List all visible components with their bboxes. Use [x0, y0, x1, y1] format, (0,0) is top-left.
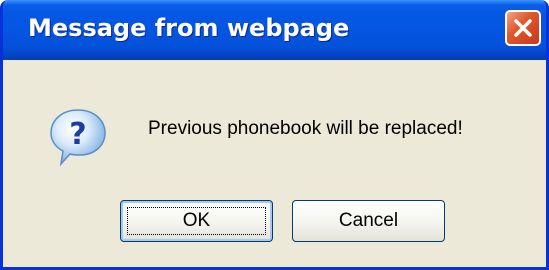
ok-button[interactable]: OK	[120, 200, 273, 242]
ok-button-label: OK	[182, 210, 211, 231]
dialog-title: Message from webpage	[28, 14, 350, 42]
close-icon	[514, 19, 532, 37]
message-dialog: Message from webpage ? Previous phoneboo…	[0, 0, 549, 270]
cancel-button[interactable]: Cancel	[292, 200, 445, 242]
dialog-body: ? Previous phonebook will be replaced! O…	[3, 60, 546, 267]
dialog-titlebar[interactable]: Message from webpage	[3, 0, 546, 60]
svg-text:?: ?	[69, 117, 86, 152]
close-button[interactable]	[505, 10, 541, 46]
dialog-message: Previous phonebook will be replaced!	[148, 118, 463, 139]
question-icon: ?	[45, 104, 111, 170]
cancel-button-label: Cancel	[338, 210, 399, 231]
